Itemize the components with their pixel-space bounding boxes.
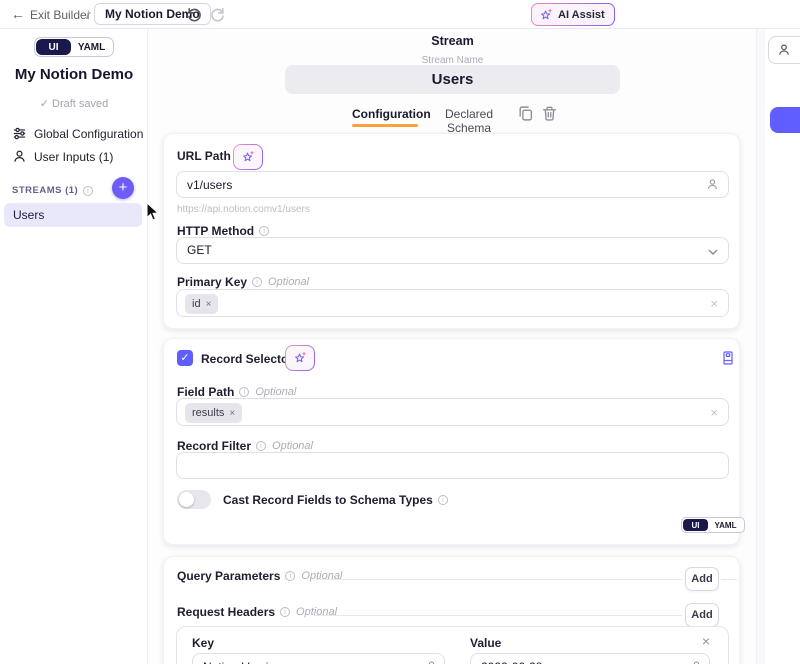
record-selector-ai-button[interactable] xyxy=(285,345,315,371)
user-icon xyxy=(777,43,791,57)
info-icon[interactable]: i xyxy=(239,387,249,397)
record-selector-card: ✓ Record Selector i Field Path i Optiona… xyxy=(163,338,740,545)
request-headers-label: Request Headers i Optional xyxy=(177,605,337,619)
info-icon[interactable]: i xyxy=(285,571,295,581)
add-request-header-button[interactable]: Add xyxy=(685,603,719,627)
testing-user-input-field[interactable] xyxy=(768,36,800,64)
url-path-ai-button[interactable] xyxy=(233,144,263,170)
record-selector-checkbox[interactable]: ✓ xyxy=(177,350,193,366)
clear-tags-icon[interactable]: × xyxy=(710,405,718,421)
record-filter-input[interactable] xyxy=(176,452,729,479)
http-method-select[interactable]: GET xyxy=(176,237,729,264)
toggle-ui[interactable]: UI xyxy=(36,39,71,55)
info-icon[interactable]: i xyxy=(83,186,93,196)
sidebar-item-user-inputs[interactable]: User Inputs (1) xyxy=(12,149,113,164)
record-selector-ui-yaml-toggle: UI YAML xyxy=(681,517,745,533)
sidebar: UI YAML My Notion Demo ✓ Draft saved Glo… xyxy=(0,29,148,664)
user-input-link-icon xyxy=(690,660,703,664)
field-path-label: Field Path i Optional xyxy=(177,385,296,399)
primary-key-tag[interactable]: id × xyxy=(185,294,218,314)
ui-yaml-toggle: UI YAML xyxy=(34,37,114,57)
header-value-input[interactable] xyxy=(470,653,710,664)
info-icon[interactable]: i xyxy=(280,607,290,617)
user-input-link-icon xyxy=(706,178,719,191)
sidebar-item-stream-users[interactable]: Users xyxy=(4,203,142,227)
key-label: Key xyxy=(192,636,214,650)
tab-declared-schema[interactable]: Declared Schema xyxy=(426,107,512,123)
toggle-yaml[interactable]: YAML xyxy=(708,519,743,531)
primary-key-label: Primary Key i Optional xyxy=(177,275,309,289)
cast-fields-label: Cast Record Fields to Schema Types i xyxy=(223,493,448,507)
top-bar: ← Exit Builder / My Notion Demo AI Assis… xyxy=(0,0,800,29)
stream-header: Stream xyxy=(148,34,757,48)
info-icon[interactable]: i xyxy=(438,495,448,505)
stream-name-input[interactable] xyxy=(285,65,620,94)
field-path-tag-input[interactable]: results × × xyxy=(176,398,729,426)
divider xyxy=(721,579,737,580)
http-method-label: HTTP Method i xyxy=(177,224,269,238)
remove-header-icon[interactable]: × xyxy=(702,633,710,649)
primary-key-tag-input[interactable]: id × × xyxy=(176,289,729,317)
remove-tag-icon[interactable]: × xyxy=(206,299,212,310)
ai-assist-label: AI Assist xyxy=(558,9,605,21)
active-tab-underline xyxy=(352,124,418,127)
divider xyxy=(314,615,682,616)
tab-configuration[interactable]: Configuration xyxy=(352,107,418,123)
ai-sparkle-icon xyxy=(539,8,553,22)
delete-stream-icon[interactable] xyxy=(541,105,558,122)
breadcrumb: / xyxy=(86,8,89,22)
sliders-icon xyxy=(12,126,27,141)
check-icon: ✓ xyxy=(40,98,49,110)
user-icon xyxy=(12,149,27,164)
requester-card: URL Path i https://api.notion.comv1/user… xyxy=(163,133,740,329)
copy-stream-icon[interactable] xyxy=(517,105,534,122)
undo-icon[interactable] xyxy=(186,6,203,23)
back-arrow-icon[interactable]: ← xyxy=(10,6,26,22)
test-stream-button[interactable] xyxy=(770,107,800,133)
info-icon[interactable]: i xyxy=(259,226,269,236)
request-header-row: Key Value × xyxy=(176,626,729,664)
panel-resizer[interactable] xyxy=(757,29,765,664)
clear-tags-icon[interactable]: × xyxy=(710,296,718,312)
toggle-yaml[interactable]: YAML xyxy=(71,39,112,55)
docs-icon[interactable] xyxy=(720,350,737,367)
field-path-tag[interactable]: results × xyxy=(185,403,242,423)
exit-builder-link[interactable]: Exit Builder xyxy=(30,8,91,22)
connector-builder-app: ← Exit Builder / My Notion Demo AI Assis… xyxy=(0,0,800,664)
url-path-input[interactable] xyxy=(176,171,729,198)
ai-assist-button[interactable]: AI Assist xyxy=(531,3,615,26)
sidebar-item-global-configuration[interactable]: Global Configuration xyxy=(12,126,143,141)
draft-status: ✓ Draft saved xyxy=(0,97,148,110)
user-input-link-icon xyxy=(425,660,438,664)
chevron-down-icon xyxy=(708,249,718,255)
testing-panel-edge xyxy=(765,29,800,664)
record-filter-label: Record Filter i Optional xyxy=(177,439,313,453)
redo-icon[interactable] xyxy=(209,6,226,23)
add-stream-button[interactable]: + xyxy=(112,177,134,199)
remove-tag-icon[interactable]: × xyxy=(229,408,235,419)
connector-title: My Notion Demo xyxy=(0,66,148,83)
header-key-input[interactable] xyxy=(192,653,445,664)
query-parameters-label: Query Parameters i Optional xyxy=(177,569,342,583)
info-icon[interactable]: i xyxy=(252,277,262,287)
add-query-parameter-button[interactable]: Add xyxy=(685,567,719,591)
url-preview: https://api.notion.comv1/users xyxy=(177,204,310,215)
toggle-ui[interactable]: UI xyxy=(683,519,708,531)
stream-config-panel: Stream Stream Name Configuration Declare… xyxy=(148,29,757,664)
divider xyxy=(316,579,682,580)
info-icon[interactable]: i xyxy=(256,441,266,451)
cast-fields-toggle[interactable] xyxy=(177,490,211,509)
request-options-card: Query Parameters i Optional Add Request … xyxy=(163,556,740,664)
streams-header: STREAMS (1) i xyxy=(12,185,93,196)
value-label: Value xyxy=(470,636,501,650)
